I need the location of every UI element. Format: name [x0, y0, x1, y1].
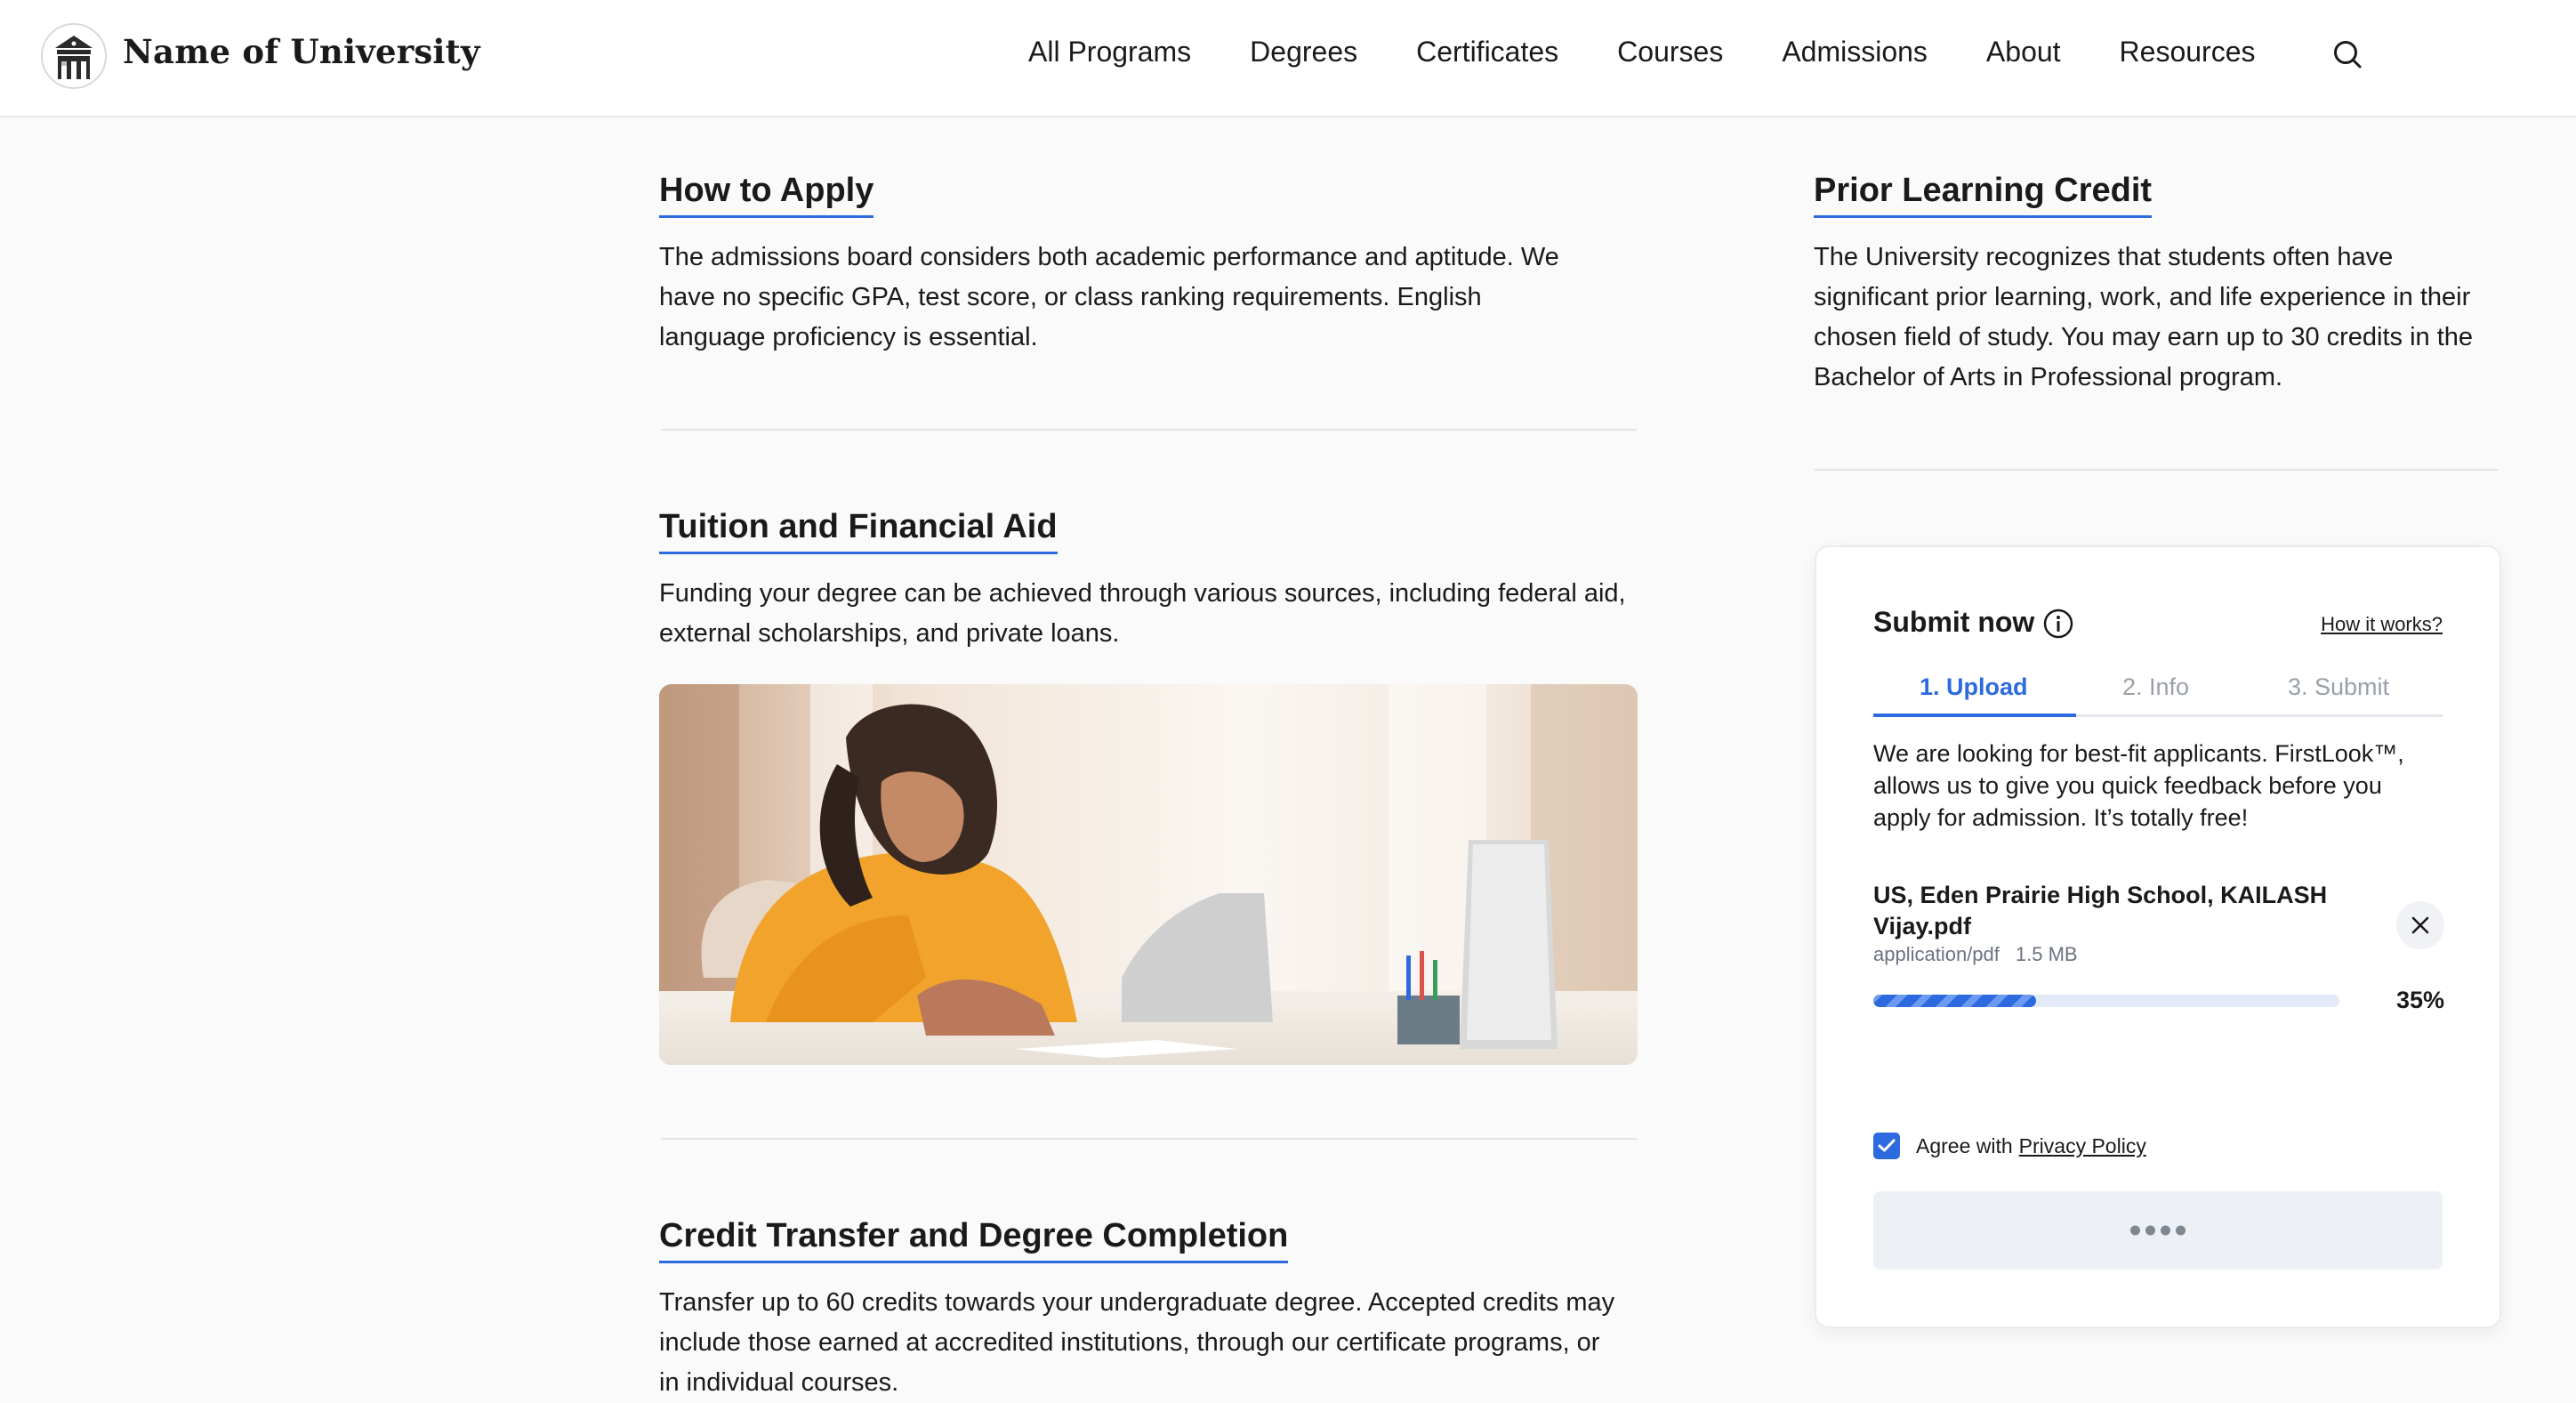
active-tab-indicator: [1873, 714, 2076, 717]
upload-progress-fill: [1873, 995, 2037, 1007]
submit-button-loading[interactable]: [1873, 1191, 2443, 1270]
agree-label: Agree with: [1916, 1133, 2013, 1157]
divider: [1815, 469, 2498, 471]
file-name: US, Eden Prairie High School, KAILASH Vi…: [1873, 882, 2328, 939]
loading-dots-icon: [2130, 1225, 2186, 1236]
privacy-agreement: Agree with Privacy Policy: [1873, 1133, 2146, 1159]
section-title[interactable]: Prior Learning Credit: [1814, 172, 2153, 218]
section-prior-learning: Prior Learning Credit The University rec…: [1814, 172, 2499, 398]
section-text: Transfer up to 60 credits towards your u…: [659, 1288, 1615, 1397]
section-title[interactable]: How to Apply: [659, 172, 874, 218]
card-title: Submit now: [1873, 606, 2035, 638]
university-logo[interactable]: [41, 23, 107, 89]
student-photo: [659, 684, 1638, 1065]
file-meta: application/pdf 1.5 MB: [1873, 943, 2094, 966]
upload-progress-percent: 35%: [2395, 987, 2444, 1013]
how-it-works-link[interactable]: How it works?: [2321, 613, 2443, 636]
site-header: Name of University All Programs Degrees …: [0, 0, 2576, 117]
main-nav: All Programs Degrees Certificates Course…: [1028, 36, 2314, 69]
section-tuition: Tuition and Financial Aid Funding your d…: [659, 508, 1638, 654]
nav-courses[interactable]: Courses: [1617, 36, 1723, 69]
section-text: The admissions board considers both acad…: [659, 243, 1559, 351]
nav-about[interactable]: About: [1986, 36, 2061, 69]
info-icon[interactable]: [2042, 608, 2074, 640]
section-text: Funding your degree can be achieved thro…: [659, 579, 1626, 648]
divider: [661, 429, 1637, 431]
nav-certificates[interactable]: Certificates: [1416, 36, 1558, 69]
tab-upload[interactable]: 1. Upload: [1920, 673, 2028, 701]
search-icon[interactable]: [2330, 37, 2366, 73]
check-icon: [1878, 1139, 1896, 1152]
upload-progress-bar: [1873, 995, 2339, 1007]
card-description: We are looking for best-fit applicants. …: [1873, 740, 2404, 831]
divider: [661, 1138, 1637, 1140]
close-icon: [2411, 916, 2429, 934]
nav-resources[interactable]: Resources: [2120, 36, 2256, 69]
nav-degrees[interactable]: Degrees: [1250, 36, 1357, 69]
remove-file-button[interactable]: [2396, 901, 2444, 949]
privacy-policy-link[interactable]: Privacy Policy: [2019, 1134, 2146, 1158]
file-size: 1.5 MB: [2015, 943, 2078, 965]
section-title[interactable]: Credit Transfer and Degree Completion: [659, 1217, 1289, 1263]
nav-all-programs[interactable]: All Programs: [1028, 36, 1191, 69]
building-icon: [55, 36, 93, 79]
section-how-to-apply: How to Apply The admissions board consid…: [659, 172, 1638, 358]
tab-info[interactable]: 2. Info: [2122, 673, 2189, 701]
tab-submit[interactable]: 3. Submit: [2288, 673, 2389, 701]
section-text: The University recognizes that students …: [1814, 243, 2474, 391]
section-credit-transfer: Credit Transfer and Degree Completion Tr…: [659, 1217, 1638, 1403]
brand-name[interactable]: Name of University: [123, 32, 480, 71]
step-tabs: 1. Upload 2. Info 3. Submit: [1873, 673, 2443, 717]
file-type: application/pdf: [1873, 943, 2000, 965]
submit-card: Submit now How it works? 1. Upload 2. In…: [1815, 545, 2501, 1328]
agree-checkbox[interactable]: [1873, 1133, 1900, 1159]
nav-admissions[interactable]: Admissions: [1782, 36, 1928, 69]
section-title[interactable]: Tuition and Financial Aid: [659, 508, 1058, 554]
